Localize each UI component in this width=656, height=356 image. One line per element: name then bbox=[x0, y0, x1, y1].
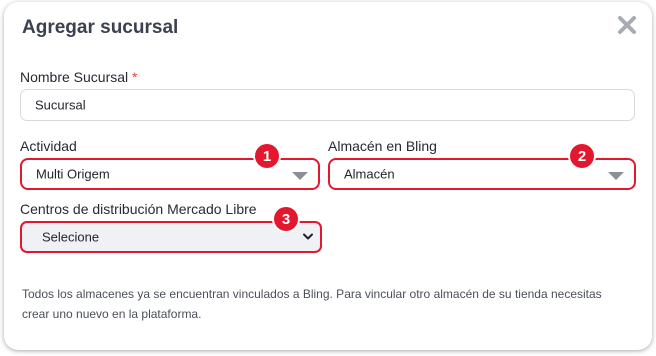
chevron-down-icon bbox=[302, 230, 314, 245]
close-icon[interactable] bbox=[615, 13, 639, 37]
activity-label: Actividad bbox=[20, 138, 77, 154]
branch-name-label-text: Nombre Sucursal bbox=[20, 69, 129, 85]
callout-badge-2: 2 bbox=[570, 144, 594, 168]
dialog-title: Agregar sucursal bbox=[22, 17, 179, 38]
caret-down-icon bbox=[608, 172, 624, 180]
callout-badge-1: 1 bbox=[255, 144, 279, 168]
bling-warehouse-label: Almacén en Bling bbox=[328, 138, 437, 154]
add-branch-dialog: Agregar sucursal Nombre Sucursal * Sucur… bbox=[4, 2, 652, 350]
info-message: Todos los almacenes ya se encuentran vin… bbox=[22, 287, 602, 321]
required-mark: * bbox=[132, 69, 138, 85]
ml-centers-label: Centros de distribución Mercado Libre bbox=[20, 201, 257, 217]
branch-name-label: Nombre Sucursal * bbox=[20, 69, 138, 85]
branch-name-input[interactable]: Sucursal bbox=[20, 89, 635, 121]
callout-badge-3: 3 bbox=[274, 207, 298, 231]
bling-warehouse-value: Almacén bbox=[344, 166, 395, 182]
caret-down-icon bbox=[292, 172, 308, 180]
ml-centers-value: Selecione bbox=[42, 229, 100, 245]
branch-name-value: Sucursal bbox=[35, 97, 86, 113]
activity-value: Multi Origem bbox=[36, 166, 110, 182]
